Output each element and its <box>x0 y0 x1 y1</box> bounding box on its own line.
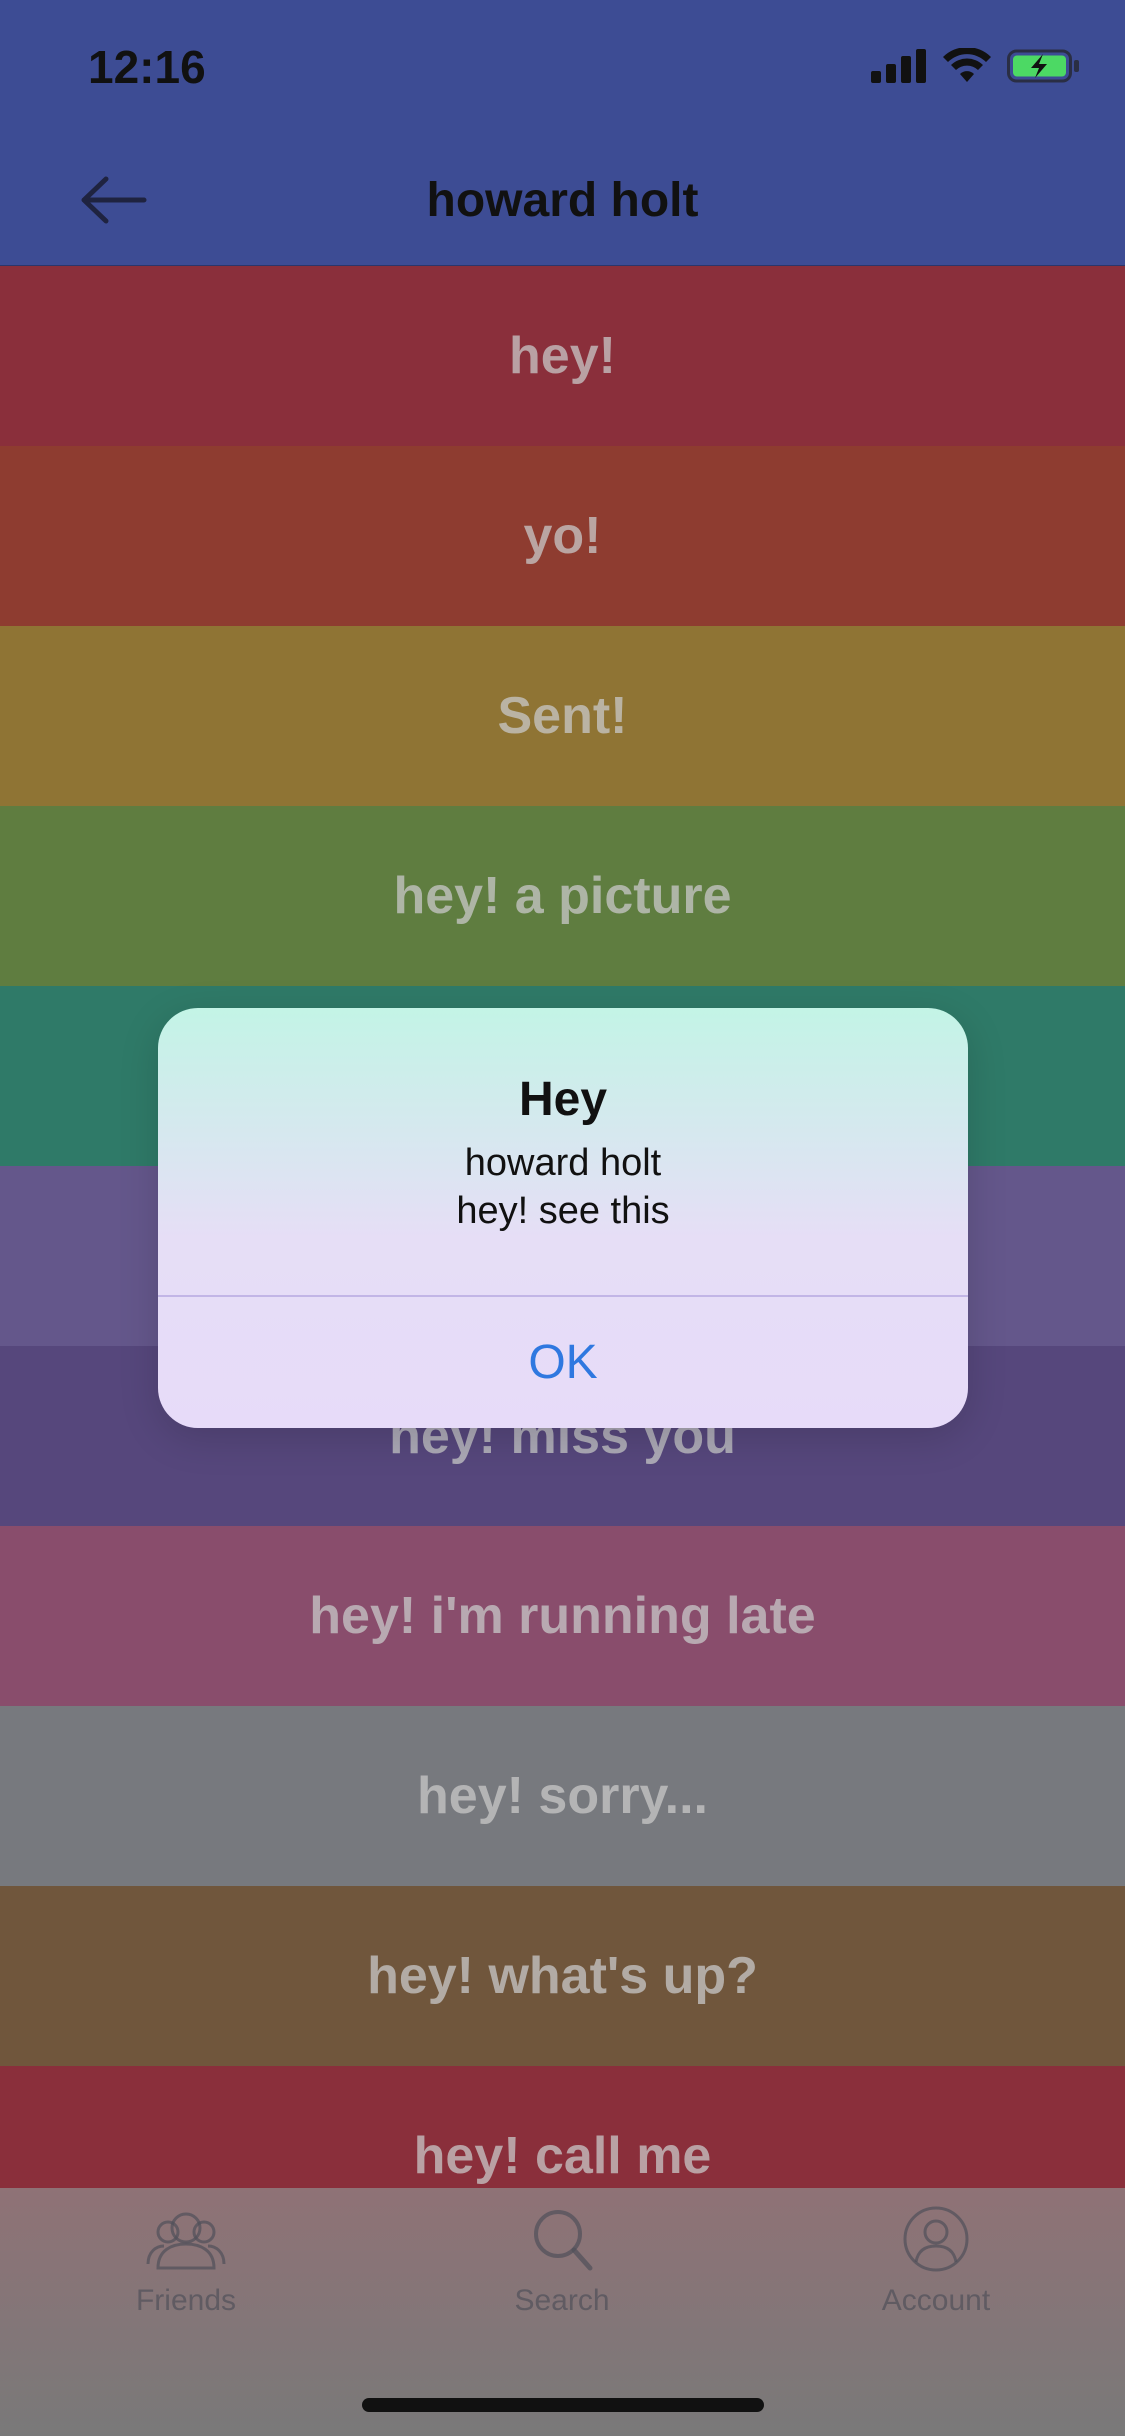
status-icons <box>871 48 1081 84</box>
status-time: 12:16 <box>88 41 206 93</box>
message-row[interactable]: hey! i'm running late <box>0 1526 1125 1706</box>
tab-label: Friends <box>135 2284 237 2317</box>
alert-title: Hey <box>518 1073 608 1126</box>
alert-dialog: Hey howard holt hey! see this OK <box>158 1008 968 1428</box>
account-icon <box>903 2206 969 2272</box>
cellular-signal-icon <box>871 49 926 83</box>
message-label: hey! what's up? <box>367 1947 758 2005</box>
message-row[interactable]: hey! a picture <box>0 806 1125 986</box>
message-row[interactable]: hey! what's up? <box>0 1886 1125 2066</box>
wifi-icon <box>943 48 991 82</box>
message-row[interactable]: yo! <box>0 446 1125 626</box>
nav-bar: howard holt <box>0 135 1125 267</box>
tab-friends[interactable]: Friends <box>66 2204 306 2318</box>
ok-button[interactable]: OK <box>158 1297 968 1428</box>
page-title: howard holt <box>426 174 699 227</box>
message-row[interactable]: hey! <box>0 266 1125 446</box>
message-label: hey! <box>509 327 616 385</box>
tab-account[interactable]: Account <box>816 2204 1056 2318</box>
message-row[interactable]: Sent! <box>0 626 1125 806</box>
message-label: hey! call me <box>413 2127 712 2185</box>
message-label: Sent! <box>497 687 628 745</box>
status-bar: 12:16 <box>0 0 1125 135</box>
alert-message: hey! see this <box>456 1190 670 1232</box>
home-indicator <box>362 2398 764 2412</box>
battery-charging-icon <box>1007 49 1079 83</box>
message-row[interactable]: hey! sorry... <box>0 1706 1125 1886</box>
tab-label: Account <box>881 2284 991 2317</box>
message-label: yo! <box>523 507 602 565</box>
search-icon <box>534 2210 593 2271</box>
message-label: hey! i'm running late <box>309 1587 816 1645</box>
tab-label: Search <box>514 2284 610 2317</box>
message-label: hey! a picture <box>393 867 732 925</box>
alert-sender: howard holt <box>464 1142 662 1184</box>
friends-icon <box>146 2212 226 2270</box>
tab-search[interactable]: Search <box>442 2204 682 2318</box>
message-label: hey! sorry... <box>417 1767 708 1825</box>
